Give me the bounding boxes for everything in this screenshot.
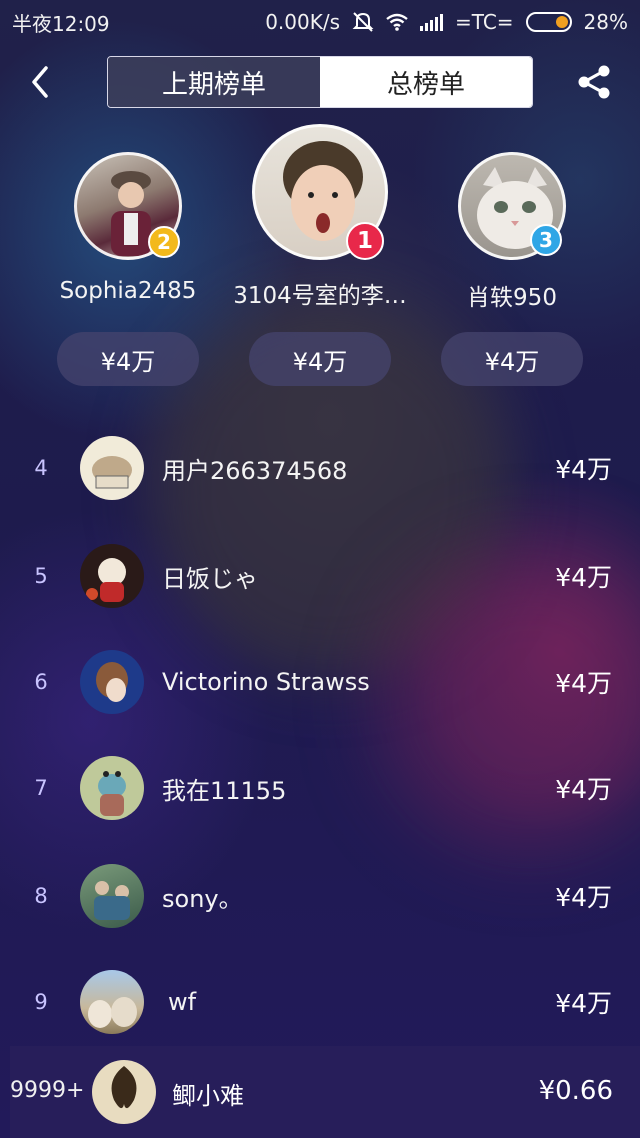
avatar [92,1060,156,1124]
amount: ¥4万 [555,563,612,592]
chevron-left-icon[interactable] [24,62,60,102]
avatar [80,544,144,608]
user-name: 日饭じゃ [162,564,258,593]
rank-number: 7 [34,776,48,800]
list-item[interactable]: 5 日饭じゃ ¥4万 [0,540,640,612]
avatar [80,436,144,500]
podium-amount-rank-2: ¥4万 [57,332,199,386]
ranking-tabs: 上期榜单 总榜单 [107,56,533,108]
mute-bell-icon [352,12,374,32]
user-name: wf [168,988,197,1016]
signal-icon [420,13,444,31]
rank-badge: 1 [346,222,384,260]
rank-number: 5 [34,564,48,588]
tab-last-period[interactable]: 上期榜单 [108,57,320,107]
podium-amount-rank-1: ¥4万 [249,332,391,386]
podium-name: Sophia2485 [59,278,197,304]
list-item[interactable]: 8 sony。 ¥4万 [0,860,640,932]
status-bar: 半夜12:09 0.00K/s =TC= 28% [0,0,640,44]
amount: ¥4万 [555,455,612,484]
rank-number: 9999+ [10,1078,85,1103]
rank-number: 4 [34,456,48,480]
battery-percent: 28% [583,10,628,34]
rank-badge: 3 [530,224,562,256]
podium-rank-3[interactable]: 3 肖轶950 [436,152,588,312]
amount: ¥0.66 [538,1076,613,1106]
header: 上期榜单 总榜单 [0,52,640,112]
podium-name: 3104号室的李… [233,283,407,309]
wifi-icon [386,13,408,31]
list-item[interactable]: 4 用户266374568 ¥4万 [0,432,640,504]
avatar [80,864,144,928]
net-speed: 0.00K/s [265,10,341,34]
avatar [80,756,144,820]
status-time: 半夜12:09 [12,11,110,36]
amount: ¥4万 [555,989,612,1018]
user-name: 用户266374568 [162,456,348,485]
battery-icon [525,12,572,32]
tab-total[interactable]: 总榜单 [320,57,532,107]
rank-badge: 2 [148,226,180,258]
avatar [80,650,144,714]
podium-rank-2[interactable]: 2 Sophia2485 [52,152,204,304]
user-name: 鲫小难 [172,1082,244,1110]
rank-number: 6 [34,670,48,694]
amount: ¥4万 [555,669,612,698]
avatar [80,970,144,1034]
podium-amount-rank-3: ¥4万 [441,332,583,386]
my-rank-bar[interactable]: 9999+ 鲫小难 ¥0.66 [10,1046,640,1138]
carrier: =TC= [455,10,514,34]
rank-number: 8 [34,884,48,908]
list-item[interactable]: 9 wf ¥4万 [0,966,640,1038]
list-item[interactable]: 7 我在11155 ¥4万 [0,752,640,824]
user-name: Victorino Strawss [162,668,370,696]
podium-rank-1[interactable]: 1 3104号室的李… [220,124,420,310]
amount: ¥4万 [555,883,612,912]
list-item[interactable]: 6 Victorino Strawss ¥4万 [0,646,640,718]
amount: ¥4万 [555,775,612,804]
share-icon[interactable] [574,62,614,102]
podium-name: 肖轶950 [467,285,557,311]
user-name: 我在11155 [162,776,287,805]
user-name: sony。 [162,884,243,913]
rank-number: 9 [34,990,48,1014]
